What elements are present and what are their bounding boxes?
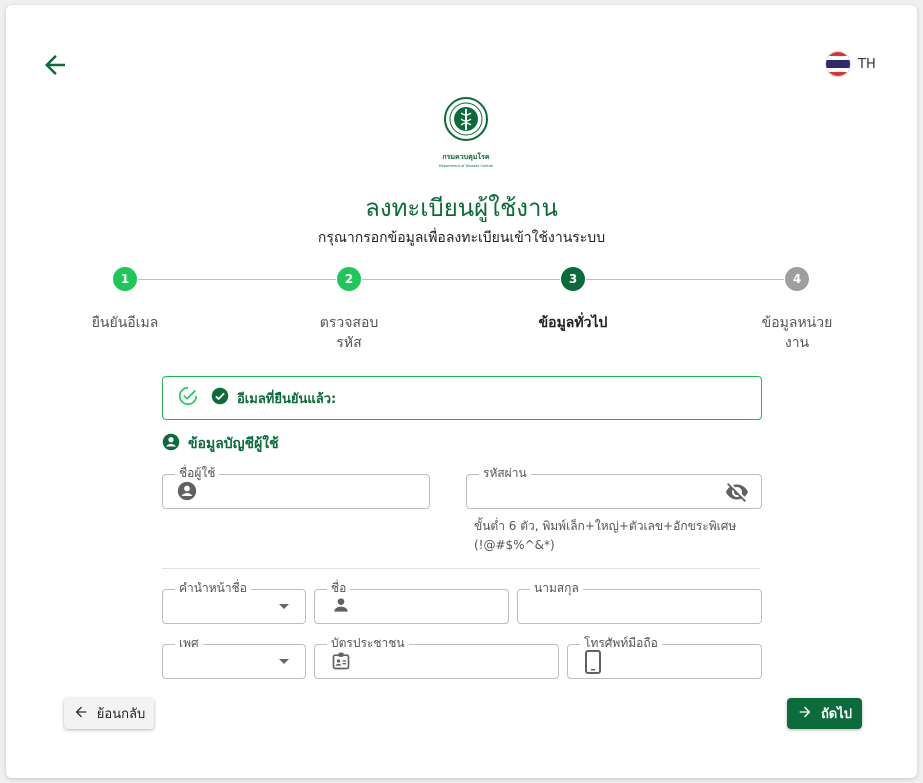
password-label: รหัสผ่าน: [479, 466, 531, 480]
mobile-phone-input[interactable]: [614, 651, 753, 673]
account-circle-icon: [162, 433, 180, 455]
step-connector: [586, 279, 784, 280]
check-outline-icon: [177, 385, 199, 411]
step-1-label: ยืนยันอีเมล: [91, 315, 159, 331]
prefix-label: คำนำหน้าชื่อ: [175, 581, 251, 595]
person-icon: [331, 595, 351, 619]
prefix-select[interactable]: คำนำหน้าชื่อ: [162, 581, 306, 624]
password-field[interactable]: รหัสผ่าน: [466, 466, 762, 509]
mobile-phone-label: โทรศัพท์มือถือ: [580, 636, 662, 650]
visibility-off-icon[interactable]: [725, 480, 749, 508]
username-field[interactable]: ชื่อผู้ใช้: [162, 466, 430, 509]
national-id-input[interactable]: [361, 651, 550, 673]
first-name-field[interactable]: ชื่อ: [314, 581, 509, 624]
step-3-circle: 3: [561, 267, 585, 291]
section-divider: [162, 568, 760, 569]
smartphone-icon: [584, 650, 602, 678]
step-connector: [138, 279, 336, 280]
mobile-phone-field[interactable]: โทรศัพท์มือถือ: [567, 636, 762, 679]
arrow-back-icon: [73, 704, 89, 724]
thai-flag-icon: [826, 52, 850, 76]
first-name-input[interactable]: [361, 596, 500, 618]
back-button-label: ย้อนกลับ: [96, 707, 146, 722]
national-id-label: บัตรประชาชน: [327, 636, 409, 650]
verified-email-alert: อีเมลที่ยืนยันแล้ว:: [162, 376, 762, 420]
ddc-logo: กรมควบคุมโรค Department of Disease Contr…: [436, 97, 496, 169]
page-subtitle: กรุณากรอกข้อมูลเพื่อลงทะเบียนเข้าใช้งานร…: [317, 230, 606, 246]
gender-select[interactable]: เพศ: [162, 636, 306, 679]
language-selector[interactable]: TH: [826, 50, 876, 78]
account-section-header: ข้อมูลบัญชีผู้ใช้: [162, 433, 279, 455]
username-label: ชื่อผู้ใช้: [175, 466, 220, 480]
username-input[interactable]: [209, 481, 421, 503]
account-circle-icon: [177, 481, 197, 505]
logo-name-en: Department of Disease Control: [439, 164, 493, 168]
first-name-label: ชื่อ: [327, 581, 351, 595]
step-2-label: ตรวจสอบรหัส: [319, 315, 379, 351]
check-circle-icon: [211, 387, 229, 409]
gender-label: เพศ: [175, 636, 203, 650]
password-input[interactable]: [479, 481, 717, 503]
step-2-circle: 2: [337, 267, 361, 291]
step-3-label: ข้อมูลทั่วไป: [538, 315, 608, 331]
dropdown-arrow-icon: [279, 659, 289, 664]
next-button[interactable]: ถัดไป: [787, 698, 862, 729]
back-arrow-icon[interactable]: [40, 50, 70, 80]
registration-card: TH กรมควบคุมโรค Department of Disease Co…: [6, 5, 917, 778]
next-button-label: ถัดไป: [820, 707, 853, 722]
step-4-circle: 4: [785, 267, 809, 291]
last-name-input[interactable]: [530, 596, 753, 618]
back-button[interactable]: ย้อนกลับ: [64, 698, 154, 729]
step-4-label: ข้อมูลหน่วยงาน: [761, 315, 833, 351]
arrow-forward-icon: [797, 704, 813, 724]
step-1-circle: 1: [113, 267, 137, 291]
verified-email-text: อีเมลที่ยืนยันแล้ว:: [237, 391, 337, 407]
step-connector: [362, 279, 560, 280]
dropdown-arrow-icon: [279, 604, 289, 609]
last-name-label: นามสกุล: [530, 581, 583, 595]
last-name-field[interactable]: นามสกุล: [517, 581, 762, 624]
account-section-title: ข้อมูลบัญชีผู้ใช้: [188, 436, 279, 452]
password-hint: ขั้นต่ำ 6 ตัว, พิมพ์เล็ก+ใหญ่+ตัวเลข+อัก…: [474, 519, 737, 552]
logo-name-th: กรมควบคุมโรค: [442, 152, 489, 161]
language-code: TH: [858, 56, 876, 72]
id-badge-icon: [331, 651, 351, 675]
national-id-field[interactable]: บัตรประชาชน: [314, 636, 559, 679]
page-title: ลงทะเบียนผู้ใช้งาน: [365, 194, 558, 222]
